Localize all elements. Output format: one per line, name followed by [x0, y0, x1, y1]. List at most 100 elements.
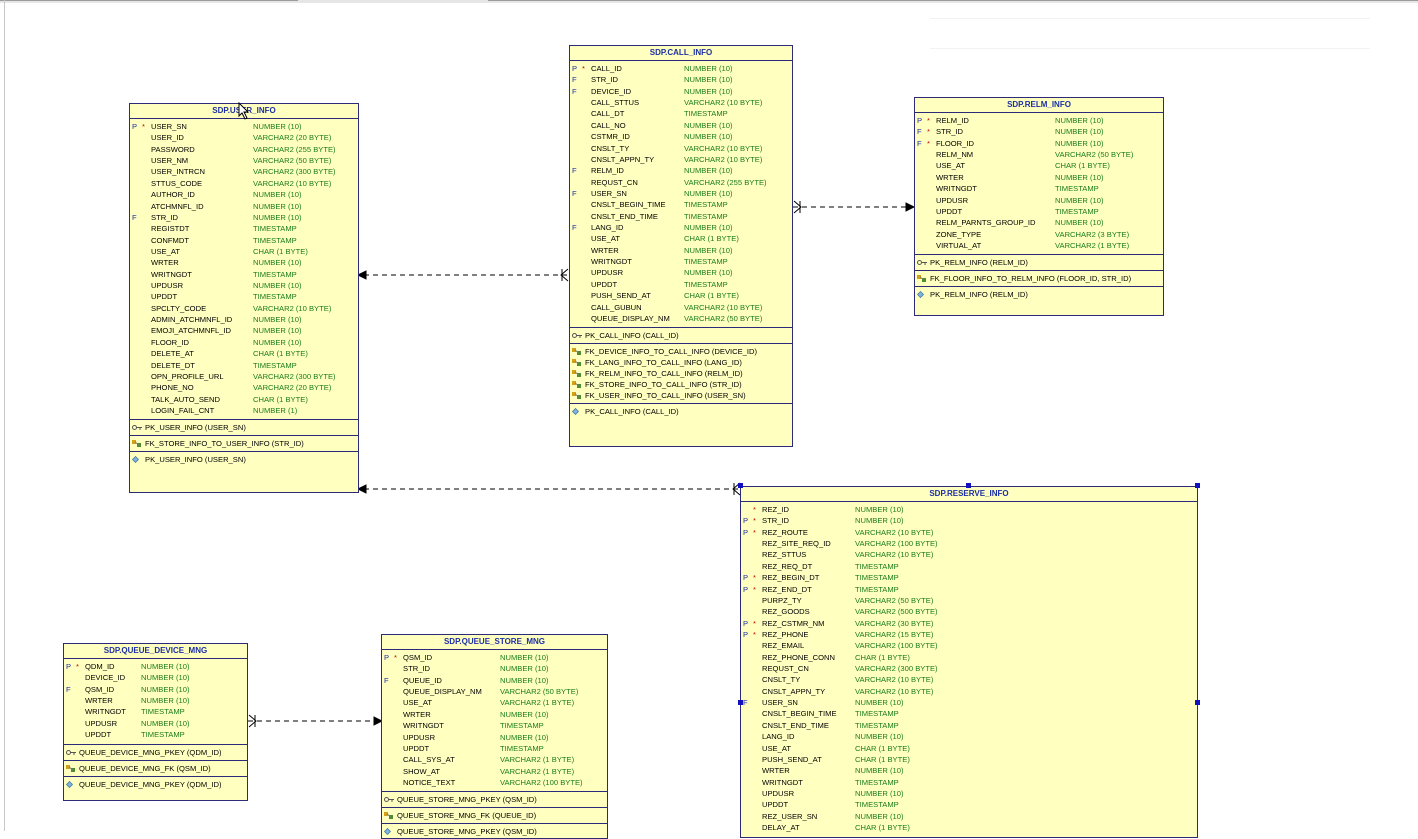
selection-handle[interactable] [1195, 483, 1200, 488]
foreign-key-row[interactable]: QUEUE_STORE_MNG_FK (QUEUE_ID) [382, 810, 607, 821]
column-row[interactable]: F STR_ID NUMBER (10) [130, 212, 358, 223]
column-row[interactable]: STTUS_CODE VARCHAR2 (10 BYTE) [130, 178, 358, 189]
column-row[interactable]: P * USER_SN NUMBER (10) [130, 121, 358, 132]
column-row[interactable]: F USER_SN NUMBER (10) [741, 697, 1197, 708]
column-row[interactable]: RELM_PARNTS_GROUP_ID NUMBER (10) [915, 217, 1163, 228]
column-row[interactable]: REGISTDT TIMESTAMP [130, 223, 358, 234]
column-row[interactable]: UPDDT TIMESTAMP [382, 743, 607, 754]
column-row[interactable]: CALL_DT TIMESTAMP [570, 108, 792, 119]
column-row[interactable]: CNSLT_TY VARCHAR2 (10 BYTE) [570, 143, 792, 154]
column-row[interactable]: F LANG_ID NUMBER (10) [570, 222, 792, 233]
index-row[interactable]: QUEUE_DEVICE_MNG_PKEY (QDM_ID) [64, 779, 247, 790]
column-row[interactable]: WRITNGDT TIMESTAMP [64, 706, 247, 717]
column-row[interactable]: UPDDT TIMESTAMP [915, 206, 1163, 217]
index-row[interactable]: QUEUE_STORE_MNG_PKEY (QSM_ID) [382, 826, 607, 837]
column-row[interactable]: F RELM_ID NUMBER (10) [570, 165, 792, 176]
column-row[interactable]: P * REZ_PHONE VARCHAR2 (15 BYTE) [741, 629, 1197, 640]
column-row[interactable]: PURPZ_TY VARCHAR2 (50 BYTE) [741, 595, 1197, 606]
column-row[interactable]: CSTMR_ID NUMBER (10) [570, 131, 792, 142]
column-row[interactable]: P * STR_ID NUMBER (10) [741, 515, 1197, 526]
column-row[interactable]: DELETE_DT TIMESTAMP [130, 360, 358, 371]
column-row[interactable]: SHOW_AT VARCHAR2 (1 BYTE) [382, 766, 607, 777]
column-row[interactable]: QUEUE_DISPLAY_NM VARCHAR2 (50 BYTE) [382, 686, 607, 697]
column-row[interactable]: LOGIN_FAIL_CNT NUMBER (1) [130, 405, 358, 416]
column-row[interactable]: REQUST_CN VARCHAR2 (300 BYTE) [741, 663, 1197, 674]
column-row[interactable]: P * CALL_ID NUMBER (10) [570, 63, 792, 74]
column-row[interactable]: DEVICE_ID NUMBER (10) [64, 672, 247, 683]
selection-handle[interactable] [1195, 700, 1200, 705]
primary-key-row[interactable]: QUEUE_STORE_MNG_PKEY (QSM_ID) [382, 794, 607, 805]
column-row[interactable]: UPDDT TIMESTAMP [64, 729, 247, 740]
column-row[interactable]: REQUST_CN VARCHAR2 (255 BYTE) [570, 177, 792, 188]
column-row[interactable]: WRITNGDT TIMESTAMP [130, 269, 358, 280]
column-row[interactable]: F STR_ID NUMBER (10) [570, 74, 792, 85]
table-relm-info[interactable]: SDP.RELM_INFO P * RELM_ID NUMBER (10) F * STR_… [914, 97, 1164, 316]
column-row[interactable]: DELAY_AT CHAR (1 BYTE) [741, 822, 1197, 833]
column-row[interactable]: CNSLT_END_TIME TIMESTAMP [741, 720, 1197, 731]
column-row[interactable]: WRITNGDT TIMESTAMP [570, 256, 792, 267]
column-row[interactable]: F QUEUE_ID NUMBER (10) [382, 675, 607, 686]
primary-key-row[interactable]: PK_CALL_INFO (CALL_ID) [570, 330, 792, 341]
column-row[interactable]: USE_AT VARCHAR2 (1 BYTE) [382, 697, 607, 708]
column-row[interactable]: ATCHMNFL_ID NUMBER (10) [130, 201, 358, 212]
table-reserve-info[interactable]: SDP.RESERVE_INFO * REZ_ID NUMBER (10) P * STR… [740, 486, 1198, 838]
column-row[interactable]: FLOOR_ID NUMBER (10) [130, 337, 358, 348]
column-row[interactable]: P * RELM_ID NUMBER (10) [915, 115, 1163, 126]
column-row[interactable]: P * REZ_ROUTE VARCHAR2 (10 BYTE) [741, 527, 1197, 538]
column-row[interactable]: QUEUE_DISPLAY_NM VARCHAR2 (50 BYTE) [570, 313, 792, 324]
column-row[interactable]: F DEVICE_ID NUMBER (10) [570, 86, 792, 97]
column-row[interactable]: CNSLT_BEGIN_TIME TIMESTAMP [741, 708, 1197, 719]
selection-handle[interactable] [738, 483, 743, 488]
column-row[interactable]: WRTER NUMBER (10) [130, 257, 358, 268]
column-row[interactable]: REZ_PHONE_CONN CHAR (1 BYTE) [741, 652, 1197, 663]
column-row[interactable]: CNSLT_BEGIN_TIME TIMESTAMP [570, 199, 792, 210]
column-row[interactable]: CNSLT_TY VARCHAR2 (10 BYTE) [741, 674, 1197, 685]
table-call-info[interactable]: SDP.CALL_INFO P * CALL_ID NUMBER (10) F STR_I… [569, 45, 793, 447]
column-row[interactable]: UPDDT TIMESTAMP [130, 291, 358, 302]
column-row[interactable]: REZ_EMAIL VARCHAR2 (100 BYTE) [741, 640, 1197, 651]
foreign-key-row[interactable]: FK_FLOOR_INFO_TO_RELM_INFO (FLOOR_ID, ST… [915, 273, 1163, 284]
column-row[interactable]: REZ_USER_SN NUMBER (10) [741, 811, 1197, 822]
column-row[interactable]: CONFMDT TIMESTAMP [130, 235, 358, 246]
table-user-info[interactable]: SDP.USER_INFO P*USER_SNNUMBER (10)USER_I… [129, 103, 359, 493]
column-row[interactable]: SPCLTY_CODE VARCHAR2 (10 BYTE) [130, 303, 358, 314]
foreign-key-row[interactable]: FK_USER_INFO_TO_CALL_INFO (USER_SN) [570, 390, 792, 401]
column-row[interactable]: DELETE_AT CHAR (1 BYTE) [130, 348, 358, 359]
column-row[interactable]: USER_ID VARCHAR2 (20 BYTE) [130, 132, 358, 143]
column-row[interactable]: P * QDM_ID NUMBER (10) [64, 661, 247, 672]
column-row[interactable]: WRITNGDT TIMESTAMP [741, 777, 1197, 788]
column-row[interactable]: WRITNGDT TIMESTAMP [382, 720, 607, 731]
table-queue-device-mng[interactable]: SDP.QUEUE_DEVICE_MNG P * QDM_ID NUMBER (10)… [63, 643, 248, 801]
column-row[interactable]: CNSLT_END_TIME TIMESTAMP [570, 211, 792, 222]
column-row[interactable]: PUSH_SEND_AT CHAR (1 BYTE) [570, 290, 792, 301]
column-row[interactable]: F QSM_ID NUMBER (10) [64, 684, 247, 695]
column-row[interactable]: P * REZ_BEGIN_DT TIMESTAMP [741, 572, 1197, 583]
column-row[interactable]: UPDDT TIMESTAMP [570, 279, 792, 290]
column-row[interactable]: P * QSM_ID NUMBER (10) [382, 652, 607, 663]
column-row[interactable]: NOTICE_TEXT VARCHAR2 (100 BYTE) [382, 777, 607, 788]
column-row[interactable]: P * REZ_END_DT TIMESTAMP [741, 584, 1197, 595]
column-row[interactable]: WRTER NUMBER (10) [64, 695, 247, 706]
foreign-key-row[interactable]: FK_STORE_INFO_TO_CALL_INFO (STR_ID) [570, 379, 792, 390]
column-row[interactable]: USER_NM VARCHAR2 (50 BYTE) [130, 155, 358, 166]
selection-handle[interactable] [738, 700, 743, 705]
selection-handle[interactable] [966, 483, 971, 488]
column-row[interactable]: F USER_SN NUMBER (10) [570, 188, 792, 199]
primary-key-row[interactable]: PK_USER_INFO (USER_SN) [130, 422, 358, 433]
column-row[interactable]: REZ_REQ_DT TIMESTAMP [741, 561, 1197, 572]
column-row[interactable]: USE_AT CHAR (1 BYTE) [570, 233, 792, 244]
column-row[interactable]: CALL_GUBUN VARCHAR2 (10 BYTE) [570, 302, 792, 313]
column-row[interactable]: WRTER NUMBER (10) [382, 709, 607, 720]
column-row[interactable]: UPDUSR NUMBER (10) [915, 195, 1163, 206]
column-row[interactable]: F * STR_ID NUMBER (10) [915, 126, 1163, 137]
column-row[interactable]: CALL_STTUS VARCHAR2 (10 BYTE) [570, 97, 792, 108]
primary-key-row[interactable]: QUEUE_DEVICE_MNG_PKEY (QDM_ID) [64, 747, 247, 758]
column-row[interactable]: WRTER NUMBER (10) [915, 172, 1163, 183]
column-row[interactable]: REZ_STTUS VARCHAR2 (10 BYTE) [741, 549, 1197, 560]
column-row[interactable]: CNSLT_APPN_TY VARCHAR2 (10 BYTE) [570, 154, 792, 165]
column-row[interactable]: UPDUSR NUMBER (10) [741, 788, 1197, 799]
column-row[interactable]: UPDDT TIMESTAMP [741, 799, 1197, 810]
foreign-key-row[interactable]: FK_STORE_INFO_TO_USER_INFO (STR_ID) [130, 438, 358, 449]
column-row[interactable]: TALK_AUTO_SEND CHAR (1 BYTE) [130, 394, 358, 405]
column-row[interactable]: REZ_SITE_REQ_ID VARCHAR2 (100 BYTE) [741, 538, 1197, 549]
